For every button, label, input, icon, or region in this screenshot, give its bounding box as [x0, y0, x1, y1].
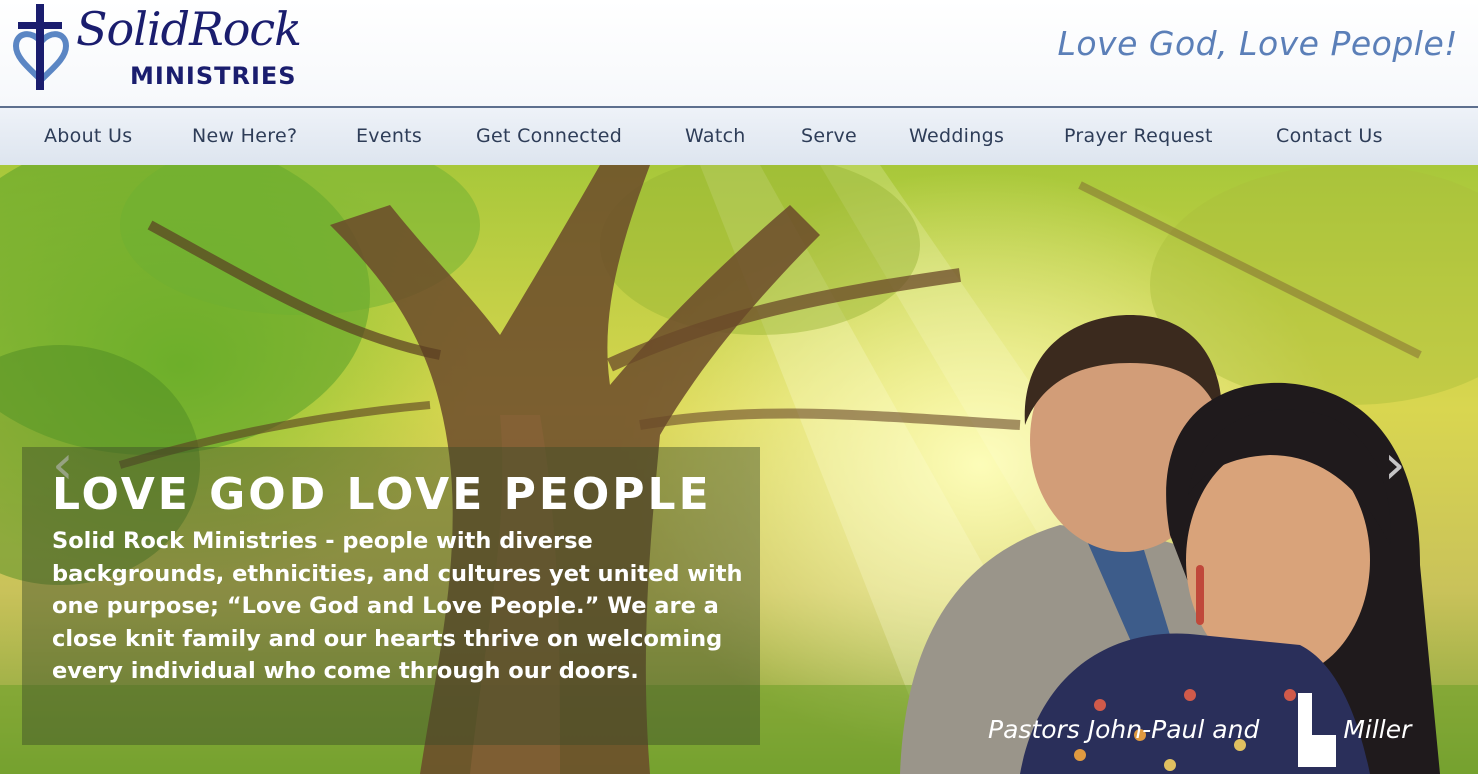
pastors-caption: Pastors John-Paul and Miller: [988, 715, 1411, 744]
hero-body-text: Solid Rock Ministries - people with dive…: [52, 528, 743, 685]
nav-item-serve[interactable]: Serve: [801, 125, 857, 147]
nav-item-events[interactable]: Events: [356, 125, 422, 147]
site-tagline: Love God, Love People!: [1057, 24, 1458, 63]
chevron-right-icon[interactable]: ›: [1384, 433, 1406, 496]
nav-item-get-connected[interactable]: Get Connected: [476, 125, 622, 147]
hero-caption-box: LOVE GOD LOVE PEOPLE Solid Rock Ministri…: [22, 447, 760, 745]
hero-title: LOVE GOD LOVE PEOPLE: [52, 469, 712, 520]
nav-item-new-here[interactable]: New Here?: [192, 125, 297, 147]
nav-item-contact-us[interactable]: Contact Us: [1276, 125, 1383, 147]
main-nav: About Us New Here? Events Get Connected …: [0, 106, 1478, 165]
nav-item-watch[interactable]: Watch: [685, 125, 746, 147]
site-header: SolidRock MINISTRIES Love God, Love Peop…: [0, 0, 1478, 106]
hero-slider: ‹ › LOVE GOD LOVE PEOPLE Solid Rock Mini…: [0, 165, 1478, 774]
nav-item-weddings[interactable]: Weddings: [909, 125, 1004, 147]
logo-title: SolidRock: [76, 2, 302, 56]
nav-item-about-us[interactable]: About Us: [44, 125, 132, 147]
logo-subtitle: MINISTRIES: [130, 62, 297, 90]
nav-item-prayer-request[interactable]: Prayer Request: [1064, 125, 1213, 147]
pastors-caption-tail: Miller: [1343, 715, 1412, 744]
pastors-caption-lead: Pastors John-Paul and: [988, 715, 1260, 744]
site-logo[interactable]: SolidRock MINISTRIES: [8, 2, 308, 98]
cross-heart-icon: [12, 4, 70, 90]
